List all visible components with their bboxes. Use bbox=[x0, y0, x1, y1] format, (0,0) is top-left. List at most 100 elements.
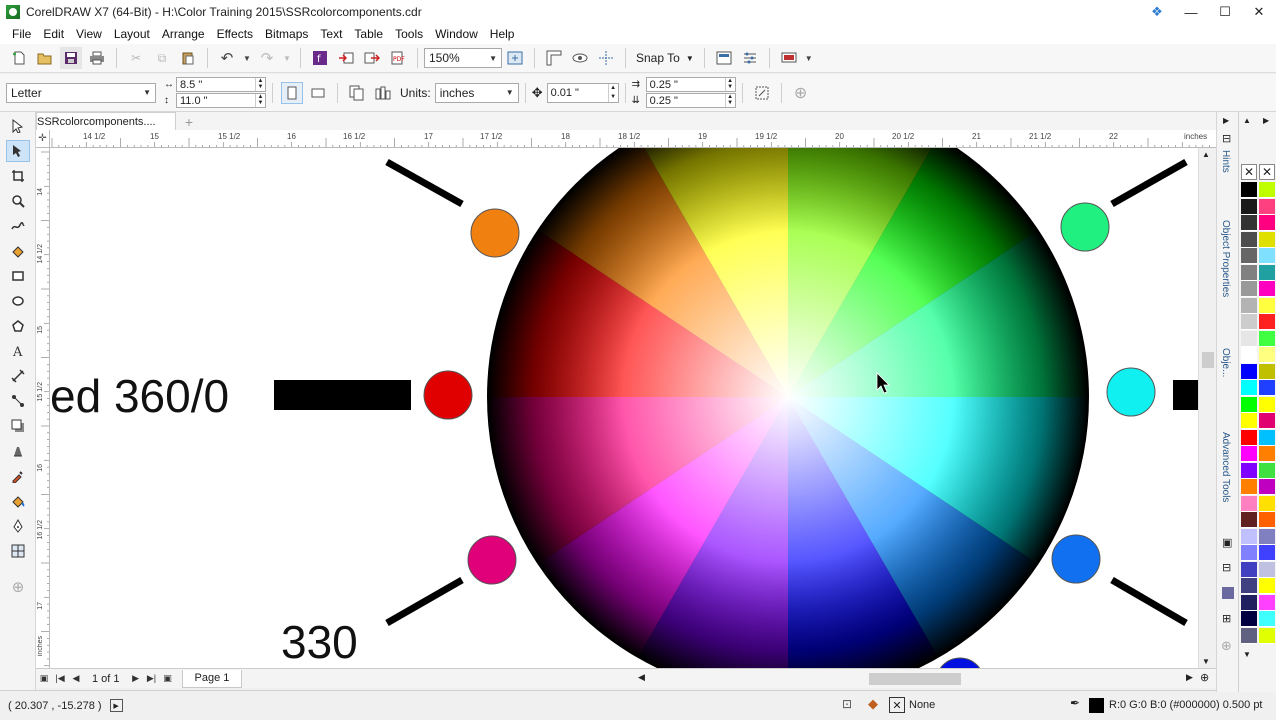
palette-swatch[interactable] bbox=[1259, 429, 1275, 446]
new-tab-plus-icon[interactable]: + bbox=[180, 114, 198, 130]
drawing-canvas[interactable]: ed 360/0 330 bbox=[50, 148, 1198, 668]
horizontal-ruler[interactable]: 14 1/2 15 15 1/2 16 16 1/2 17 17 1/2 18 … bbox=[50, 130, 1216, 148]
menu-help[interactable]: Help bbox=[484, 27, 521, 41]
play-icon[interactable]: ▶ bbox=[109, 699, 123, 712]
crop-tool-icon[interactable] bbox=[6, 165, 30, 187]
snap-to-dropdown[interactable]: Snap To ▼ bbox=[632, 51, 698, 65]
scroll-up-icon[interactable]: ▲ bbox=[1202, 150, 1210, 159]
palette-swatch[interactable] bbox=[1259, 594, 1275, 611]
redo-icon[interactable]: ↷ bbox=[256, 47, 278, 69]
parallel-dimension-tool-icon[interactable] bbox=[6, 365, 30, 387]
ruler-origin-icon[interactable]: ✛ bbox=[36, 130, 50, 148]
import-icon[interactable] bbox=[335, 47, 357, 69]
palette-swatch[interactable] bbox=[1259, 561, 1275, 578]
scroll-left-icon[interactable]: ◀ bbox=[638, 672, 645, 683]
smart-fill-tool-icon[interactable] bbox=[6, 240, 30, 262]
palette-swatch[interactable] bbox=[1259, 182, 1275, 198]
show-rulers-icon[interactable] bbox=[543, 47, 565, 69]
spin-arrows-icon[interactable]: ▲ ▼ bbox=[255, 94, 265, 107]
add-page-after-icon[interactable]: ▣ bbox=[160, 670, 176, 688]
duplicate-y-input[interactable]: 0.25 " ▲ ▼ bbox=[645, 93, 736, 108]
outline-pen-tool-icon[interactable] bbox=[6, 515, 30, 537]
palette-swatch[interactable] bbox=[1259, 264, 1275, 281]
full-screen-preview-icon[interactable] bbox=[504, 47, 526, 69]
palette-swatch[interactable] bbox=[1259, 198, 1275, 215]
scroll-down-icon[interactable]: ▼ bbox=[1202, 657, 1210, 666]
palette-swatch[interactable] bbox=[1259, 297, 1275, 314]
landscape-icon[interactable] bbox=[307, 82, 329, 104]
vertical-ruler[interactable]: 14 14 1/2 15 15 1/2 16 16 1/2 17 inches bbox=[36, 148, 50, 668]
interactive-fill-tool-icon[interactable] bbox=[6, 490, 30, 512]
print-icon[interactable] bbox=[86, 47, 108, 69]
palette-swatch[interactable] bbox=[1241, 396, 1257, 413]
launch-icon[interactable] bbox=[778, 47, 800, 69]
save-icon[interactable] bbox=[60, 47, 82, 69]
palette-swatch[interactable] bbox=[1259, 545, 1275, 561]
menu-edit[interactable]: Edit bbox=[37, 27, 70, 41]
page-size-select[interactable]: Letter ▼ bbox=[6, 82, 156, 103]
palette-swatch[interactable] bbox=[1259, 512, 1275, 528]
palette-swatch[interactable] bbox=[1259, 413, 1275, 429]
redo-dropdown-icon[interactable]: ▼ bbox=[282, 47, 292, 69]
menu-arrange[interactable]: Arrange bbox=[156, 27, 211, 41]
palette-scroll-up-icon[interactable]: ▲ bbox=[1243, 116, 1251, 125]
palette-swatch[interactable] bbox=[1241, 528, 1257, 545]
palette-swatch[interactable] bbox=[1259, 446, 1275, 462]
show-guidelines-icon[interactable] bbox=[595, 47, 617, 69]
palette-swatch[interactable] bbox=[1259, 528, 1275, 545]
menu-window[interactable]: Window bbox=[429, 27, 484, 41]
last-page-icon[interactable]: ▶| bbox=[144, 670, 160, 688]
spin-arrows-icon[interactable]: ▲ ▼ bbox=[255, 78, 265, 91]
palette-scroll-down-icon[interactable]: ▼ bbox=[1243, 650, 1251, 659]
first-page-icon[interactable]: |◀ bbox=[52, 670, 68, 688]
polygon-tool-icon[interactable] bbox=[6, 315, 30, 337]
palette-swatch[interactable] bbox=[1259, 231, 1275, 248]
options-icon[interactable] bbox=[713, 47, 735, 69]
search-content-icon[interactable]: f bbox=[309, 47, 331, 69]
rectangle-tool-icon[interactable] bbox=[6, 265, 30, 287]
menu-text[interactable]: Text bbox=[314, 27, 348, 41]
navigator-icon[interactable]: ⊕ bbox=[1200, 671, 1209, 684]
palette-swatch[interactable] bbox=[1241, 198, 1257, 215]
palette-swatch[interactable] bbox=[1241, 462, 1257, 479]
menu-view[interactable]: View bbox=[70, 27, 108, 41]
palette-swatch[interactable] bbox=[1241, 248, 1257, 264]
palette-swatch[interactable] bbox=[1241, 561, 1257, 578]
publish-pdf-icon[interactable]: PDF bbox=[387, 47, 409, 69]
maximize-button[interactable]: ☐ bbox=[1208, 0, 1242, 24]
transparency-tool-icon[interactable] bbox=[6, 440, 30, 462]
palette-no-color-swatch[interactable]: ✕ bbox=[1241, 164, 1257, 180]
palette-swatch[interactable] bbox=[1241, 578, 1257, 594]
ellipse-tool-icon[interactable] bbox=[6, 290, 30, 312]
drop-shadow-tool-icon[interactable] bbox=[6, 415, 30, 437]
palette-swatch[interactable] bbox=[1241, 446, 1257, 462]
view-mode-icon[interactable] bbox=[569, 47, 591, 69]
page-width-input[interactable]: 8.5 " ▲ ▼ bbox=[176, 77, 266, 92]
menu-table[interactable]: Table bbox=[348, 27, 389, 41]
palette-swatch[interactable] bbox=[1259, 578, 1275, 594]
palette-swatch[interactable] bbox=[1259, 627, 1275, 644]
palette-swatch[interactable] bbox=[1241, 380, 1257, 396]
palette-swatch[interactable] bbox=[1259, 611, 1275, 627]
cut-icon[interactable]: ✂ bbox=[125, 47, 147, 69]
page-height-input[interactable]: 11.0 " ▲ ▼ bbox=[176, 93, 266, 108]
next-page-icon[interactable]: ▶ bbox=[128, 670, 144, 688]
palette-swatch[interactable] bbox=[1241, 545, 1257, 561]
vertical-scroll-thumb[interactable] bbox=[1202, 352, 1214, 368]
duplicate-x-input[interactable]: 0.25 " ▲ ▼ bbox=[645, 77, 736, 92]
copy-icon[interactable]: ⧉ bbox=[151, 47, 173, 69]
palette-no-color-swatch[interactable]: ✕ bbox=[1259, 164, 1275, 180]
horizontal-scrollbar[interactable]: ◀ ▶ bbox=[634, 670, 1200, 686]
app-store-icon[interactable]: ❖ bbox=[1140, 0, 1174, 24]
palette-swatch[interactable] bbox=[1241, 429, 1257, 446]
add-tool-icon[interactable]: ⊕ bbox=[6, 576, 30, 598]
palette-swatch[interactable] bbox=[1259, 248, 1275, 264]
palette-swatch[interactable] bbox=[1241, 594, 1257, 611]
color-management-icon[interactable]: ⊡ bbox=[842, 697, 852, 711]
vertical-scrollbar[interactable]: ▲ ▼ bbox=[1198, 148, 1216, 668]
palette-swatch[interactable] bbox=[1241, 495, 1257, 512]
paste-icon[interactable] bbox=[177, 47, 199, 69]
palette-swatch[interactable] bbox=[1241, 363, 1257, 380]
palette-swatch[interactable] bbox=[1241, 611, 1257, 627]
palette-swatch[interactable] bbox=[1241, 314, 1257, 330]
